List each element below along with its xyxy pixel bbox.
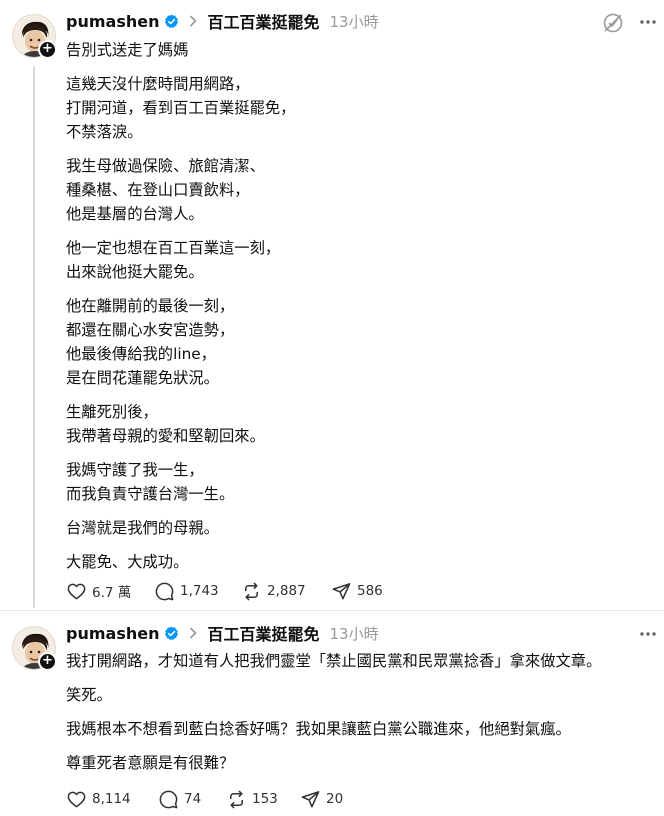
text-line: 台灣就是我們的母親。 (66, 519, 219, 537)
text-line: 他在離開前的最後一刻， (66, 297, 235, 315)
like-count: 8,114 (92, 791, 131, 807)
more-icon[interactable] (638, 624, 658, 644)
post-body: 告別式送走了媽媽 這幾天沒什麼時間用網路， 打開河道，看到百工百業挺罷免， 不禁… (66, 38, 295, 574)
share-count: 586 (357, 583, 383, 599)
chevron-right-icon (190, 627, 197, 639)
send-icon (301, 790, 320, 807)
text-line: 都還在關心水安宮造勢， (66, 321, 235, 339)
post-body: 我打開網路，才知道有人把我們靈堂「禁止國民黨和民眾黨捻香」拿來做文章。 笑死。 … (66, 649, 601, 775)
verified-badge-icon (165, 625, 179, 640)
community-link[interactable]: 百工百業挺罷免 (207, 621, 319, 645)
text-line: 他一定也想在百工百業這一刻， (66, 239, 281, 257)
comment-icon (159, 790, 178, 808)
post-paragraph: 我生母做過保險、旅館清潔、 種桑椹、在登山口賣飲料， 他是基層的台灣人。 (66, 154, 295, 226)
repost-count: 153 (252, 791, 278, 807)
text-line: 是在問花蓮罷免狀況。 (66, 369, 219, 387)
text-line: 告別式送走了媽媽 (66, 41, 189, 59)
post-paragraph: 我打開網路，才知道有人把我們靈堂「禁止國民黨和民眾黨捻香」拿來做文章。 (66, 649, 601, 673)
reply-count: 1,743 (180, 583, 219, 599)
post-paragraph: 台灣就是我們的母親。 (66, 516, 295, 540)
text-line: 我媽根本不想看到藍白捻香好嗎？我如果讓藍白黨公職進來，他絕對氣瘋。 (66, 720, 571, 738)
action-bar: 6.7 萬 1,743 2,887 586 (66, 581, 383, 601)
text-line: 我媽守護了我一生， (66, 461, 204, 479)
text-line: 尊重死者意願是有很難？ (66, 754, 235, 772)
post-paragraph: 我媽根本不想看到藍白捻香好嗎？我如果讓藍白黨公職進來，他絕對氣瘋。 (66, 717, 601, 741)
post-paragraph: 我媽守護了我一生， 而我負責守護台灣一生。 (66, 458, 295, 506)
like-button[interactable]: 8,114 (66, 789, 158, 809)
follow-plus-icon[interactable]: + (38, 652, 57, 671)
text-line: 不禁落淚。 (66, 123, 143, 141)
text-line: 生離死別後， (66, 403, 158, 421)
text-line: 他最後傳給我的line， (66, 345, 216, 363)
share-count: 20 (326, 791, 344, 807)
post-paragraph: 這幾天沒什麼時間用網路， 打開河道，看到百工百業挺罷免， 不禁落淚。 (66, 72, 295, 144)
text-line: 大罷免、大成功。 (66, 553, 189, 571)
post-time[interactable]: 13小時 (329, 11, 378, 32)
post-paragraph: 他在離開前的最後一刻， 都還在關心水安宮造勢， 他最後傳給我的line， 是在問… (66, 294, 295, 390)
repost-count: 2,887 (267, 583, 306, 599)
repost-button[interactable]: 153 (226, 789, 300, 809)
repost-off-icon[interactable] (602, 12, 624, 34)
post-header: pumashen 百工百業挺罷免 13小時 (66, 8, 379, 34)
post-divider (0, 610, 664, 611)
heart-icon (67, 583, 86, 599)
thread-line (33, 66, 35, 608)
thread-post: + pumashen 百工百業挺罷免 13小時 告別式送走了媽媽 這幾天沒什麼時… (0, 0, 664, 612)
post-time[interactable]: 13小時 (329, 623, 378, 644)
like-button[interactable]: 6.7 萬 (66, 581, 154, 601)
post-paragraph: 大罷免、大成功。 (66, 550, 295, 574)
text-line: 出來說他挺大罷免。 (66, 263, 204, 281)
share-button[interactable]: 20 (300, 789, 343, 809)
text-line: 我打開網路，才知道有人把我們靈堂「禁止國民黨和民眾黨捻香」拿來做文章。 (66, 652, 602, 670)
follow-plus-icon[interactable]: + (38, 40, 57, 59)
repost-icon (230, 790, 243, 808)
post-paragraph: 尊重死者意願是有很難？ (66, 751, 601, 775)
username[interactable]: pumashen (66, 12, 159, 31)
post-paragraph: 告別式送走了媽媽 (66, 38, 295, 62)
text-line: 笑死。 (66, 686, 112, 704)
post-paragraph: 他一定也想在百工百業這一刻， 出來說他挺大罷免。 (66, 236, 295, 284)
repost-button[interactable]: 2,887 (241, 581, 331, 601)
text-line: 他是基層的台灣人。 (66, 205, 204, 223)
verified-badge-icon (165, 13, 179, 28)
like-count: 6.7 萬 (92, 585, 132, 601)
text-line: 這幾天沒什麼時間用網路， (66, 75, 250, 93)
reply-button[interactable]: 74 (158, 789, 226, 809)
chevron-right-icon (190, 15, 197, 27)
text-line: 而我負責守護台灣一生。 (66, 485, 235, 503)
text-line: 種桑椹、在登山口賣飲料， (66, 181, 250, 199)
repost-icon (245, 582, 258, 600)
community-link[interactable]: 百工百業挺罷免 (207, 9, 319, 33)
text-line: 我生母做過保險、旅館清潔、 (66, 157, 265, 175)
heart-icon (67, 791, 86, 807)
more-icon[interactable] (638, 12, 658, 32)
share-button[interactable]: 586 (331, 581, 383, 601)
post-paragraph: 笑死。 (66, 683, 601, 707)
text-line: 打開河道，看到百工百業挺罷免， (66, 99, 296, 117)
send-icon (332, 582, 351, 599)
username[interactable]: pumashen (66, 624, 159, 643)
thread-post: + pumashen 百工百業挺罷免 13小時 我打開網路，才知道有人把我們靈堂… (0, 612, 664, 816)
reply-count: 74 (184, 791, 202, 807)
text-line: 我帶著母親的愛和堅韌回來。 (66, 427, 265, 445)
action-bar: 8,114 74 153 20 (66, 789, 343, 809)
comment-icon (155, 582, 174, 600)
post-paragraph: 生離死別後， 我帶著母親的愛和堅韌回來。 (66, 400, 295, 448)
post-header: pumashen 百工百業挺罷免 13小時 (66, 620, 379, 646)
reply-button[interactable]: 1,743 (154, 581, 241, 601)
